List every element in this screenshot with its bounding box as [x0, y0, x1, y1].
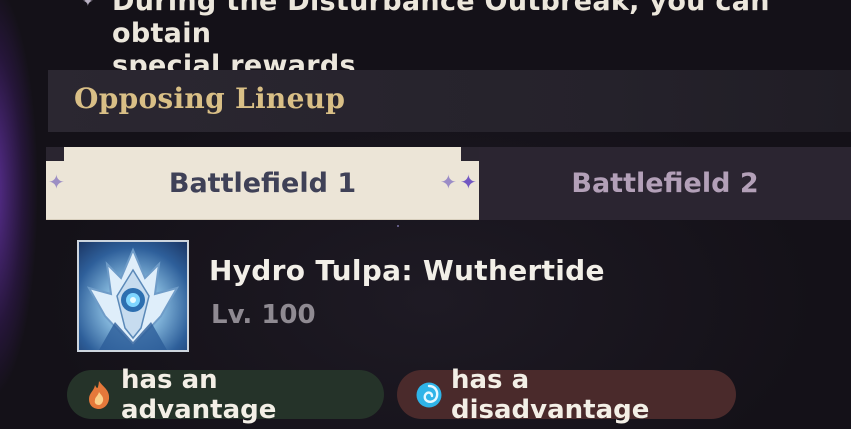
advantage-badge: has an advantage [67, 365, 384, 425]
star-icon: ✦ [48, 170, 65, 194]
tab-label: Battlefield 1 [168, 167, 357, 199]
star-icon: ✦ [440, 170, 457, 194]
disadvantage-label: has a disadvantage [451, 364, 650, 425]
sparkle-decoration [397, 225, 399, 227]
event-screen: ✦ During the Disturbance Outbreak, you c… [0, 0, 851, 429]
tab-corner [461, 147, 479, 161]
lineup-title: Opposing Lineup [74, 82, 346, 115]
hydro-icon [416, 382, 442, 407]
disadvantage-badge: has a disadvantage [397, 365, 736, 425]
tab-label: Battlefield 2 [571, 168, 759, 199]
enemy-portrait[interactable] [77, 240, 189, 352]
tab-battlefield-1[interactable]: Battlefield 1 [46, 147, 479, 220]
enemy-name: Hydro Tulpa: Wuthertide [209, 254, 605, 287]
enemy-level: Lv. 100 [211, 300, 316, 330]
intro-line-1: During the Disturbance Outbreak, you can… [112, 0, 770, 49]
tab-battlefield-2[interactable]: Battlefield 2 [479, 147, 851, 220]
star-icon: ✦ [460, 170, 477, 194]
pyro-icon [89, 380, 110, 409]
hydro-tulpa-portrait-icon [86, 247, 180, 350]
tab-corner [46, 147, 64, 161]
advantage-label: has an advantage [121, 364, 277, 425]
battlefield-tabs: Battlefield 1 Battlefield 2 ✦ ✦ ✦ [46, 147, 851, 220]
bullet-icon: ✦ [82, 0, 94, 10]
